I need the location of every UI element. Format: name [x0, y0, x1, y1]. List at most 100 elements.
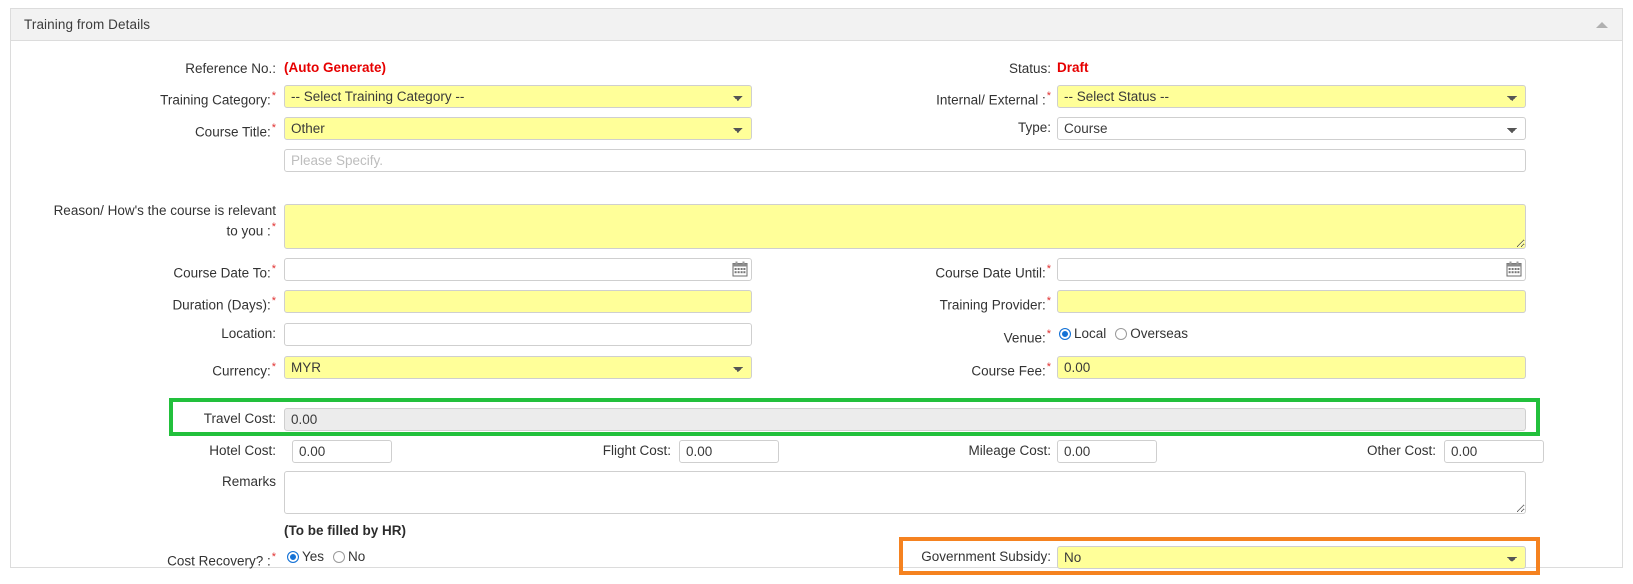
- venue-option-overseas[interactable]: Overseas: [1115, 326, 1188, 341]
- duration-label-text: Duration (Days):: [172, 297, 271, 313]
- remarks-label: Remarks: [221, 474, 276, 489]
- required-marker: *: [271, 90, 276, 102]
- status-value-wrap: Draft: [1057, 57, 1089, 75]
- course-date-to-field: [284, 258, 752, 281]
- reference-no-label: Reference No.:: [185, 61, 276, 76]
- location-label: Location:: [221, 326, 276, 341]
- hotel-cost-label-wrap: Hotel Cost:: [11, 439, 276, 459]
- reference-no-value: (Auto Generate): [284, 60, 387, 75]
- reference-no-value-wrap: (Auto Generate): [284, 57, 386, 75]
- required-marker: *: [271, 122, 276, 134]
- training-category-label: Training Category:*: [160, 84, 276, 109]
- government-subsidy-label: Government Subsidy:: [921, 549, 1051, 564]
- currency-label-text: Currency:: [212, 363, 271, 379]
- currency-select[interactable]: MYR: [284, 356, 752, 379]
- type-select[interactable]: Course: [1057, 117, 1526, 140]
- hotel-cost-label: Hotel Cost:: [209, 443, 276, 458]
- course-date-until-label: Course Date Until:*: [935, 257, 1051, 282]
- calendar-icon[interactable]: [732, 261, 748, 277]
- radio-indicator: [287, 550, 299, 563]
- travel-cost-input: [284, 408, 1526, 431]
- reason-textarea[interactable]: [284, 204, 1526, 249]
- required-marker: *: [271, 221, 276, 233]
- hr-note-text: (To be filled by HR): [284, 523, 406, 538]
- required-marker: *: [271, 295, 276, 307]
- required-marker: *: [271, 361, 276, 373]
- cost-recovery-radio-group: Yes No: [287, 545, 365, 564]
- other-cost-label-wrap: Other Cost:: [1171, 439, 1436, 459]
- course-date-until-label-wrap: Course Date Until:*: [801, 257, 1051, 282]
- required-marker: *: [1046, 295, 1051, 307]
- mileage-cost-input[interactable]: [1057, 440, 1157, 463]
- course-fee-label: Course Fee:*: [971, 355, 1051, 380]
- duration-input[interactable]: [284, 290, 752, 313]
- cost-recovery-option-no-label: No: [348, 549, 366, 564]
- venue-option-overseas-label: Overseas: [1130, 326, 1189, 341]
- training-category-select[interactable]: -- Select Training Category --: [284, 85, 752, 108]
- status-label: Status:: [1008, 61, 1051, 76]
- training-details-panel: Training from Details Reference No.: (Au…: [10, 8, 1623, 575]
- triangle-up-icon[interactable]: [1596, 21, 1608, 28]
- training-category-label-wrap: Training Category:*: [11, 84, 276, 109]
- training-provider-input[interactable]: [1057, 290, 1526, 313]
- required-marker: *: [271, 263, 276, 275]
- internal-external-label: Internal/ External :*: [936, 84, 1051, 109]
- required-marker: *: [1046, 263, 1051, 275]
- course-title-select[interactable]: Other: [284, 117, 752, 140]
- status-badge: Draft: [1057, 60, 1089, 75]
- training-provider-label-text: Training Provider:: [939, 297, 1046, 313]
- cost-recovery-label: Cost Recovery? :*: [167, 545, 276, 570]
- remarks-label-wrap: Remarks: [11, 470, 276, 490]
- course-fee-input[interactable]: [1057, 356, 1526, 379]
- calendar-icon[interactable]: [1506, 261, 1522, 277]
- travel-cost-label: Travel Cost:: [203, 411, 276, 426]
- course-date-to-input[interactable]: [284, 258, 752, 281]
- other-cost-label: Other Cost:: [1366, 443, 1436, 458]
- location-input[interactable]: [284, 323, 752, 346]
- status-label-wrap: Status:: [801, 57, 1051, 77]
- venue-option-local-label: Local: [1074, 326, 1107, 341]
- duration-label: Duration (Days):*: [172, 289, 276, 314]
- reason-label-text: Reason/ How's the course is relevant to …: [53, 203, 276, 239]
- cost-recovery-option-yes[interactable]: Yes: [287, 549, 324, 564]
- venue-radio-group: Local Overseas: [1059, 322, 1188, 341]
- remarks-textarea[interactable]: [284, 471, 1526, 514]
- type-label: Type:: [1017, 120, 1051, 135]
- course-date-to-label-text: Course Date To:: [173, 265, 271, 281]
- currency-label-wrap: Currency:*: [11, 355, 276, 380]
- cost-recovery-option-yes-label: Yes: [302, 549, 325, 564]
- cost-recovery-option-no[interactable]: No: [333, 549, 365, 564]
- page-title: Training from Details: [24, 17, 151, 32]
- reference-no-label-wrap: Reference No.:: [11, 57, 276, 77]
- training-provider-label-wrap: Training Provider:*: [801, 289, 1051, 314]
- government-subsidy-select[interactable]: No: [1057, 546, 1526, 569]
- travel-cost-label-wrap: Travel Cost:: [11, 407, 276, 427]
- cost-recovery-label-text: Cost Recovery? :: [167, 553, 271, 569]
- radio-indicator: [333, 550, 346, 563]
- hotel-cost-input[interactable]: [292, 440, 392, 463]
- course-title-label: Course Title:*: [195, 116, 276, 141]
- course-title-label-text: Course Title:: [194, 124, 271, 140]
- internal-external-select[interactable]: -- Select Status --: [1057, 85, 1526, 108]
- course-date-until-input[interactable]: [1057, 258, 1526, 281]
- currency-label: Currency:*: [212, 355, 276, 380]
- required-marker: *: [1046, 328, 1051, 340]
- flight-cost-label-wrap: Flight Cost:: [401, 439, 671, 459]
- required-marker: *: [1046, 90, 1051, 102]
- course-date-until-field: [1057, 258, 1526, 281]
- course-date-to-label: Course Date To:*: [173, 257, 276, 282]
- course-date-until-label-text: Course Date Until:: [935, 265, 1046, 281]
- government-subsidy-label-wrap: Government Subsidy:: [801, 545, 1051, 565]
- flight-cost-input[interactable]: [679, 440, 779, 463]
- hr-note: (To be filled by HR): [284, 522, 406, 540]
- location-label-wrap: Location:: [11, 322, 276, 342]
- type-label-wrap: Type:: [801, 116, 1051, 136]
- panel-header: Training from Details: [11, 9, 1622, 41]
- other-cost-input[interactable]: [1444, 440, 1544, 463]
- duration-label-wrap: Duration (Days):*: [11, 289, 276, 314]
- venue-label-text: Venue:: [1003, 330, 1046, 346]
- please-specify-input[interactable]: [284, 149, 1526, 172]
- reason-label-wrap: Reason/ How's the course is relevant to …: [11, 199, 276, 240]
- venue-label-wrap: Venue:*: [801, 322, 1051, 347]
- venue-option-local[interactable]: Local: [1059, 326, 1106, 341]
